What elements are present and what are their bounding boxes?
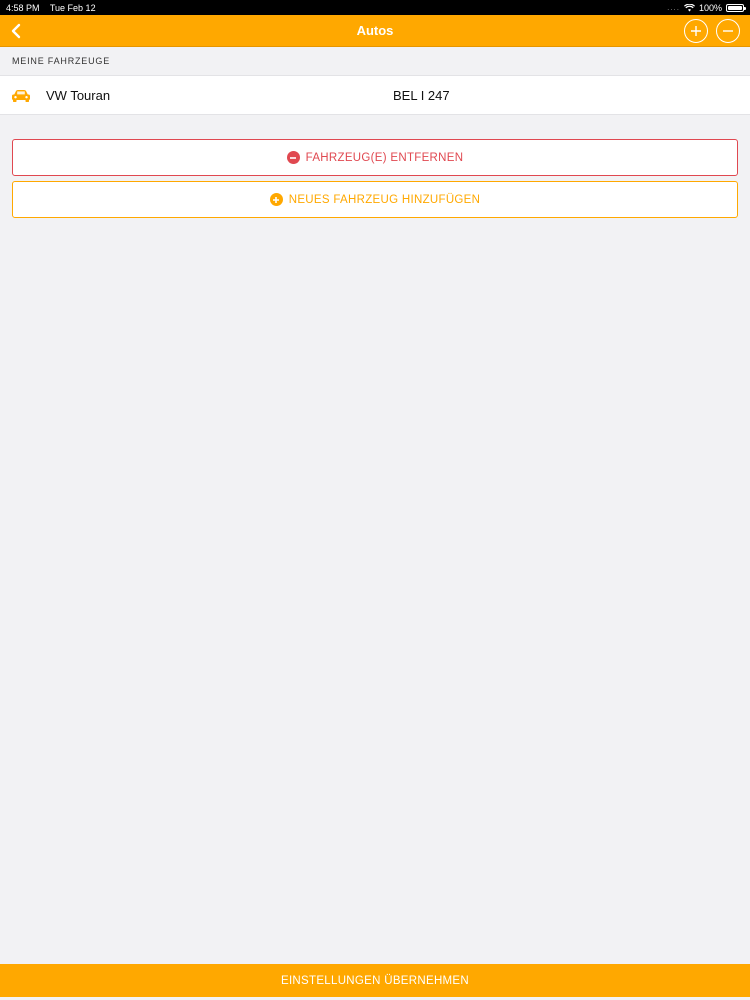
remove-vehicles-button[interactable]: FAHRZEUG(E) ENTFERNEN <box>12 139 738 176</box>
status-date: Tue Feb 12 <box>49 2 96 13</box>
status-bar: 4:58 PM Tue Feb 12 .... 100% <box>0 0 750 15</box>
status-time: 4:58 PM <box>6 2 40 13</box>
vehicle-row[interactable]: VW Touran BEL I 247 <box>0 75 750 115</box>
minus-icon <box>723 30 733 32</box>
remove-vehicles-label: FAHRZEUG(E) ENTFERNEN <box>305 151 464 164</box>
section-header: MEINE FAHRZEUGE <box>12 56 111 66</box>
minus-circle-icon <box>286 151 300 164</box>
vehicle-name: VW Touran <box>46 87 111 103</box>
status-right: .... 100% <box>667 2 746 13</box>
plus-icon <box>691 26 701 36</box>
car-icon <box>12 90 30 102</box>
status-left: 4:58 PM Tue Feb 12 <box>6 3 104 13</box>
chevron-left-icon <box>11 23 21 39</box>
navigation-bar: Autos <box>0 15 750 47</box>
wifi-icon <box>683 3 695 11</box>
add-new-vehicle-button[interactable]: NEUES FAHRZEUG HINZUFÜGEN <box>12 181 738 218</box>
add-vehicle-button[interactable] <box>684 19 708 43</box>
plus-circle-icon <box>269 193 283 206</box>
vehicle-plate: BEL I 247 <box>393 87 450 103</box>
apply-settings-button[interactable]: EINSTELLUNGEN ÜBERNEHMEN <box>0 964 750 997</box>
battery-percent: 100% <box>698 2 722 13</box>
back-button[interactable] <box>4 19 28 43</box>
battery-icon <box>726 3 746 12</box>
page-title: Autos <box>356 23 394 38</box>
nav-actions <box>684 19 740 43</box>
signal-icon: .... <box>667 3 680 12</box>
remove-vehicle-button[interactable] <box>716 19 740 43</box>
add-new-vehicle-label: NEUES FAHRZEUG HINZUFÜGEN <box>288 193 481 206</box>
